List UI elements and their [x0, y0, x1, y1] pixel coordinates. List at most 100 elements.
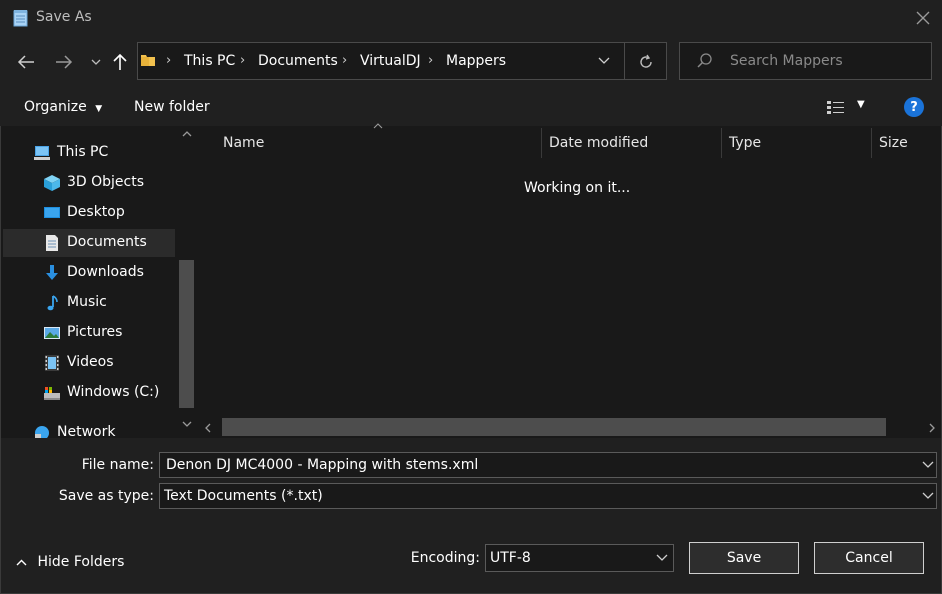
scroll-right-icon[interactable]	[928, 421, 936, 437]
breadcrumb-this-pc[interactable]: This PC	[184, 53, 235, 69]
sidebar-item-label: Pictures	[67, 324, 123, 340]
sidebar-item-label: Network	[57, 424, 116, 438]
sidebar-item-label: Documents	[67, 234, 147, 250]
sidebar-item-this-pc[interactable]: This PC	[3, 139, 175, 167]
chevron-left-icon	[205, 423, 211, 433]
chevron-right-icon: ›	[342, 53, 348, 68]
picture-icon	[44, 327, 60, 339]
up-button[interactable]	[108, 50, 132, 74]
breadcrumb-mappers[interactable]: Mappers	[446, 53, 506, 69]
save-as-type-select[interactable]: Text Documents (*.txt)	[159, 483, 937, 509]
caret-down-icon: ▼	[95, 104, 103, 114]
column-header-name[interactable]: Name	[223, 135, 264, 151]
sidebar-item-windows-c[interactable]: Windows (C:)	[3, 379, 175, 407]
sidebar-item-documents[interactable]: Documents	[3, 229, 175, 257]
recent-locations-button[interactable]	[84, 50, 108, 74]
forward-button[interactable]	[52, 50, 76, 74]
save-as-type-value: Text Documents (*.txt)	[164, 488, 323, 504]
sidebar-item-label: Videos	[67, 354, 114, 370]
arrow-up-icon	[113, 53, 127, 70]
encoding-label: Encoding:	[410, 550, 480, 566]
title-bar	[0, 0, 942, 36]
drive-icon	[44, 387, 60, 400]
save-button[interactable]: Save	[689, 542, 799, 574]
breadcrumb-virtualdj[interactable]: VirtualDJ	[360, 53, 421, 69]
view-options-icon[interactable]	[826, 99, 846, 115]
close-icon	[916, 11, 930, 25]
arrow-right-icon	[56, 55, 73, 69]
help-button[interactable]: ?	[904, 97, 924, 117]
sidebar-item-music[interactable]: Music	[3, 289, 175, 317]
refresh-button[interactable]	[634, 50, 658, 74]
address-divider	[624, 42, 625, 80]
address-dropdown-button[interactable]	[594, 51, 614, 71]
sidebar-item-label: 3D Objects	[67, 174, 145, 190]
hide-folders-button[interactable]: Hide Folders	[16, 554, 124, 570]
column-divider[interactable]	[721, 128, 722, 158]
sidebar-item-network[interactable]: Network	[3, 419, 175, 438]
hide-folders-label: Hide Folders	[37, 554, 125, 570]
file-name-field[interactable]: Denon DJ MC4000 - Mapping with stems.xml	[159, 452, 937, 478]
encoding-value: UTF-8	[490, 550, 531, 566]
encoding-select[interactable]: UTF-8	[485, 544, 674, 572]
column-header-type[interactable]: Type	[729, 135, 761, 151]
document-icon	[46, 235, 58, 251]
cancel-button[interactable]: Cancel	[814, 542, 924, 574]
breadcrumb-documents[interactable]: Documents	[258, 53, 338, 69]
column-header-date-modified[interactable]: Date modified	[549, 135, 648, 151]
loading-status: Working on it...	[524, 180, 631, 196]
chevron-right-icon: ›	[428, 53, 434, 68]
sidebar-item-videos[interactable]: Videos	[3, 349, 175, 377]
sidebar-item-label: Windows (C:)	[67, 384, 160, 400]
sidebar-item-label: Downloads	[67, 264, 144, 280]
organize-button[interactable]: Organize ▼	[24, 99, 102, 115]
organize-label: Organize	[24, 99, 87, 115]
sidebar-item-desktop[interactable]: Desktop	[3, 199, 175, 227]
new-folder-button[interactable]: New folder	[134, 99, 210, 115]
notepad-icon	[13, 10, 28, 27]
column-divider[interactable]	[541, 128, 542, 158]
chevron-down-icon[interactable]	[922, 489, 934, 503]
column-header-size[interactable]: Size	[879, 135, 908, 151]
sidebar-item-label: Music	[67, 294, 107, 310]
save-as-type-label: Save as type:	[58, 488, 154, 504]
back-button[interactable]	[14, 50, 38, 74]
scroll-up-icon[interactable]	[179, 130, 194, 141]
file-name-label: File name:	[81, 457, 154, 473]
chevron-right-icon	[929, 423, 935, 433]
sidebar-item-3d-objects[interactable]: 3D Objects	[3, 169, 175, 197]
chevron-down-icon	[182, 421, 191, 427]
scroll-left-icon[interactable]	[204, 421, 212, 437]
chevron-down-icon[interactable]	[922, 458, 934, 472]
caret-down-icon[interactable]: ▼	[857, 99, 865, 110]
computer-icon	[34, 146, 50, 160]
cube-icon	[44, 175, 60, 191]
chevron-right-icon: ›	[240, 53, 246, 68]
search-icon	[697, 53, 712, 68]
network-icon	[35, 426, 49, 438]
video-icon	[45, 355, 59, 371]
download-icon	[46, 265, 58, 280]
sidebar-item-label: This PC	[57, 144, 109, 160]
chevron-up-icon	[373, 123, 383, 129]
sidebar-item-label: Desktop	[67, 204, 125, 220]
music-icon	[47, 295, 58, 311]
chevron-down-icon[interactable]	[656, 551, 668, 565]
chevron-down-icon	[91, 59, 101, 65]
desktop-icon	[44, 207, 60, 218]
navigation-pane-scroll-thumb[interactable]	[179, 260, 194, 408]
chevron-up-icon	[182, 131, 191, 137]
file-list-scroll-thumb[interactable]	[222, 418, 886, 436]
sidebar-item-pictures[interactable]: Pictures	[3, 319, 175, 347]
chevron-up-icon	[16, 554, 27, 570]
sort-ascending-icon	[373, 122, 383, 132]
column-divider[interactable]	[871, 128, 872, 158]
file-list[interactable]	[199, 126, 941, 438]
arrow-left-icon	[17, 55, 34, 69]
search-placeholder: Search Mappers	[730, 53, 843, 69]
chevron-down-icon	[598, 57, 610, 64]
window-title: Save As	[36, 9, 92, 25]
sidebar-item-downloads[interactable]: Downloads	[3, 259, 175, 287]
scroll-down-icon[interactable]	[179, 420, 194, 431]
close-button[interactable]	[908, 4, 938, 32]
